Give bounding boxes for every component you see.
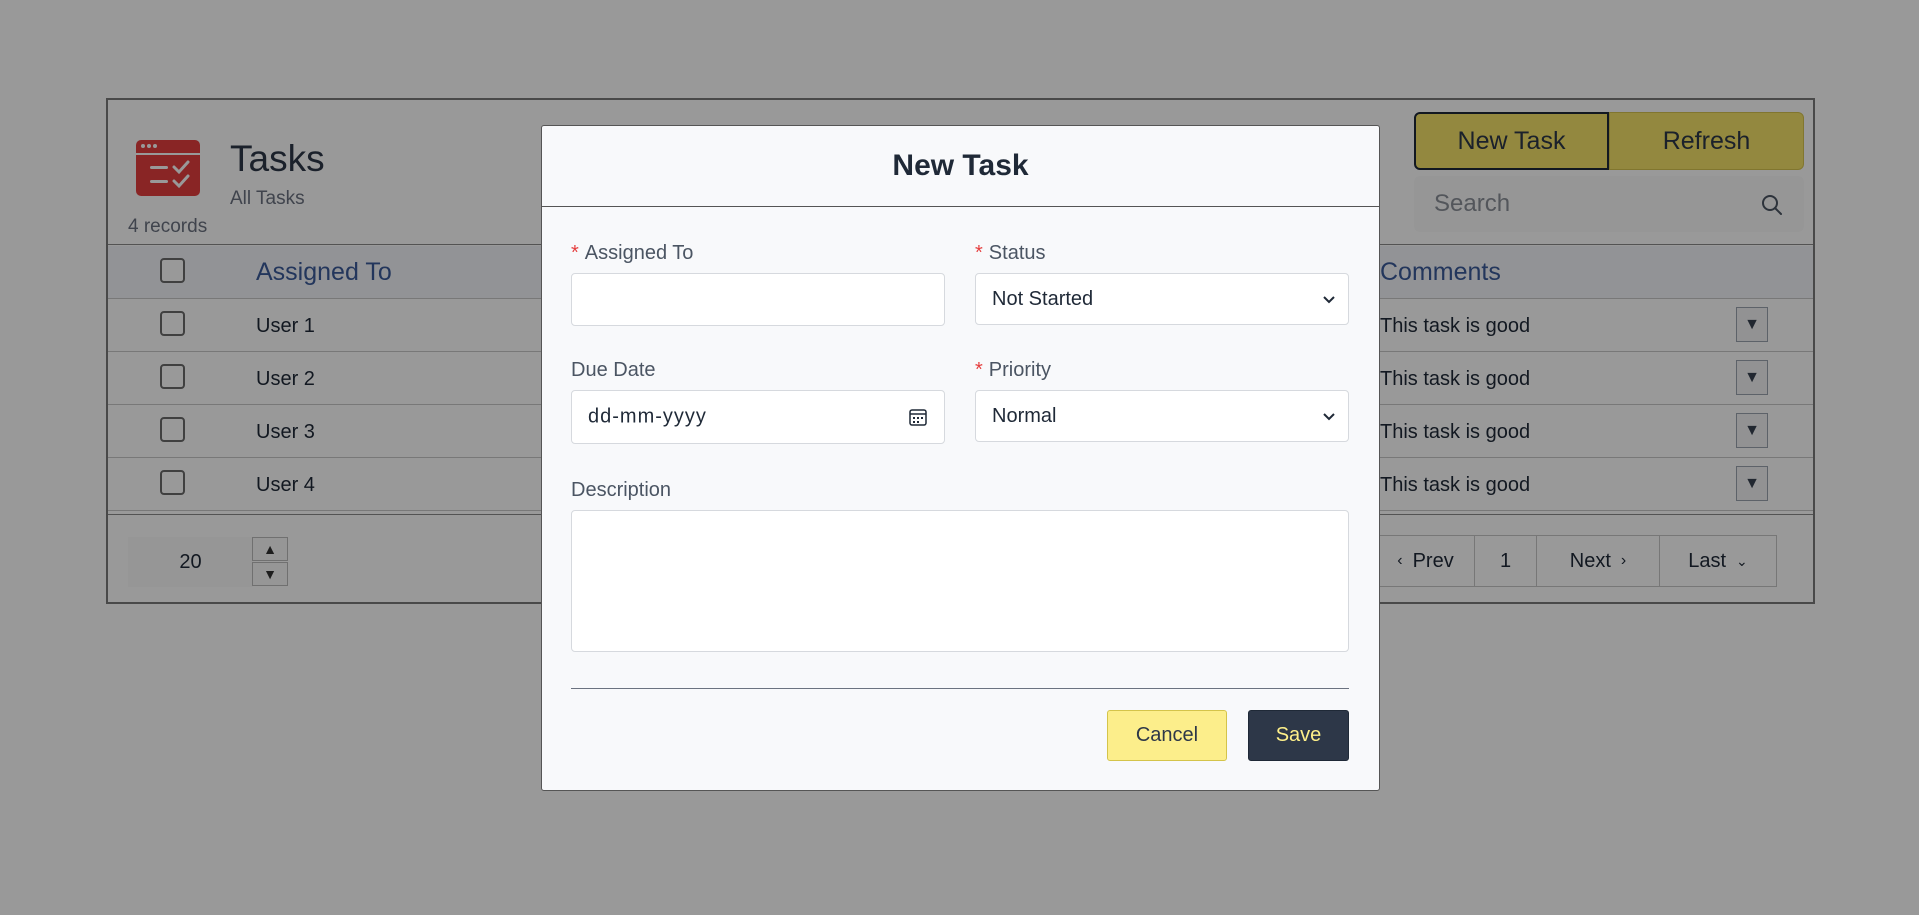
status-select[interactable]: Not Started [976, 274, 1348, 324]
assigned-to-label: * Assigned To [571, 242, 693, 265]
status-field-wrap: Not Started [975, 273, 1349, 325]
description-field-wrap [571, 510, 1349, 652]
assigned-to-input[interactable] [572, 274, 944, 325]
calendar-icon[interactable] [908, 407, 928, 427]
assigned-to-label-text: Assigned To [584, 242, 694, 264]
priority-label: * Priority [975, 359, 1051, 382]
modal-header: New Task [542, 126, 1379, 207]
assigned-to-field-wrap [571, 273, 945, 326]
new-task-dialog: New Task * Assigned To * Status Not Starte… [541, 125, 1380, 791]
required-marker: * [571, 242, 579, 264]
save-button[interactable]: Save [1248, 710, 1349, 761]
modal-divider [571, 688, 1349, 689]
cancel-button[interactable]: Cancel [1107, 710, 1227, 761]
status-label-text: Status [988, 242, 1046, 264]
modal-title: New Task [892, 149, 1029, 182]
priority-label-text: Priority [988, 359, 1052, 381]
due-date-label: Due Date [571, 359, 656, 381]
priority-field-wrap: Normal [975, 390, 1349, 442]
required-marker: * [975, 242, 983, 264]
due-date-field[interactable]: dd-mm-yyyy [571, 390, 945, 444]
due-date-placeholder: dd-mm-yyyy [588, 405, 707, 428]
priority-select[interactable]: Normal [976, 391, 1348, 441]
required-marker: * [975, 359, 983, 381]
description-label: Description [571, 479, 672, 501]
description-textarea[interactable] [572, 511, 1348, 651]
status-label: * Status [975, 242, 1046, 265]
